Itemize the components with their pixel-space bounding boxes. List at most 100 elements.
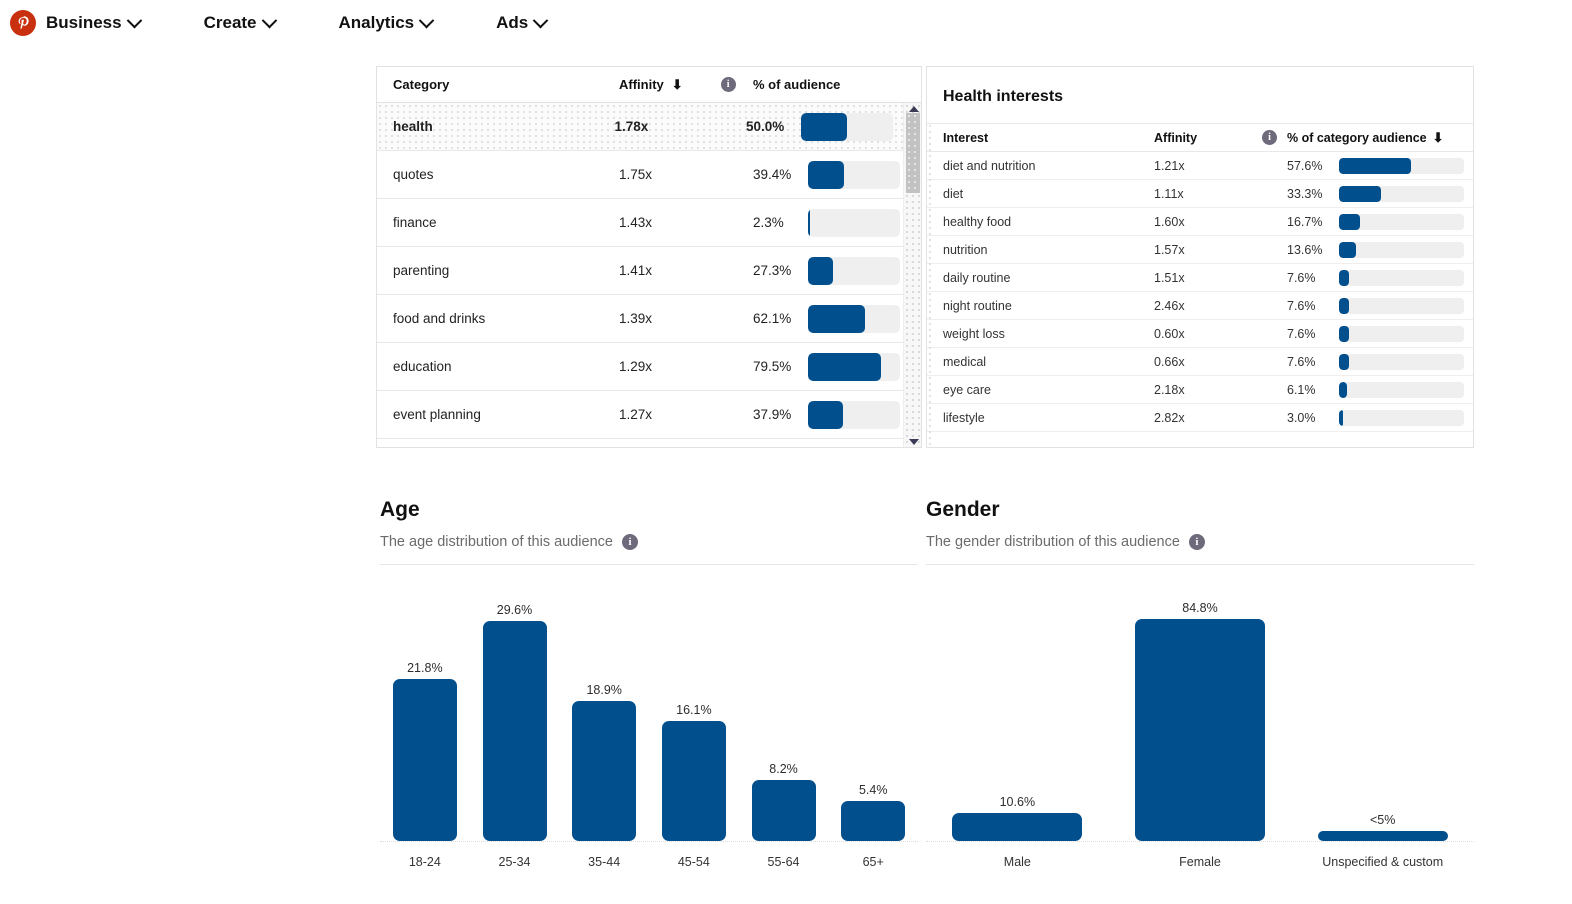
bar-column[interactable]: 8.2% 55-64 [739, 594, 829, 869]
pct-value-label: 7.6% [1287, 270, 1316, 285]
column-header-affinity-label: Affinity [619, 77, 664, 92]
category-table-body: health 1.78x 50.0% quotes 1.75x 39.4% finance 1… [377, 103, 921, 447]
bar-column[interactable]: <5% Unspecified & custom [1291, 594, 1474, 869]
pct-bar-fill [1339, 381, 1347, 398]
interest-name-cell: nutrition [943, 242, 988, 257]
bar[interactable] [482, 621, 547, 841]
bar-value-label: 16.1% [676, 703, 712, 718]
table-row[interactable]: finance 1.43x 2.3% [377, 199, 921, 247]
table-row[interactable]: diet and nutrition 1.21x 57.6% [927, 152, 1473, 180]
bar-column[interactable]: 10.6% Male [926, 594, 1109, 869]
interest-name-cell: night routine [943, 298, 1012, 313]
table-row[interactable]: night routine 2.46x 7.6% [927, 292, 1473, 320]
table-row[interactable]: health 1.78x 50.0% [377, 103, 921, 151]
bar[interactable] [841, 800, 906, 841]
column-header-pct-of-category-audience[interactable]: % of category audience ⬇ [1279, 131, 1473, 145]
gender-section: Gender The gender distribution of this a… [926, 498, 1474, 882]
scrollbar-thumb[interactable] [906, 113, 920, 193]
table-row[interactable]: diet 1.11x 33.3% [927, 180, 1473, 208]
table-row[interactable]: eye care 2.18x 6.1% [927, 376, 1473, 404]
age-bar-chart: 21.8% 18-24 29.6% 25-34 18.9% 35-44 16.1% 45-54… [380, 582, 918, 882]
pct-of-audience-cell: 50.0% [732, 112, 921, 141]
category-table-scrollbar[interactable] [903, 103, 921, 447]
table-row[interactable]: daily routine 1.51x 7.6% [927, 264, 1473, 292]
table-row[interactable]: healthy food 1.60x 16.7% [927, 208, 1473, 236]
bar[interactable] [1135, 619, 1265, 841]
pct-bar-fill [1339, 297, 1349, 314]
affinity-cell: 1.78x [614, 119, 649, 134]
sort-descending-arrow-icon[interactable]: ⬇ [1433, 131, 1444, 144]
affinity-cell: 1.11x [1154, 186, 1184, 201]
pct-bar-fill [808, 256, 834, 285]
bar-column[interactable]: 5.4% 65+ [828, 594, 918, 869]
category-name-cell: event planning [393, 407, 481, 422]
bar[interactable] [661, 721, 726, 841]
bar[interactable] [1317, 831, 1448, 841]
bar[interactable] [572, 700, 637, 841]
pct-bar-track [808, 304, 900, 333]
info-icon[interactable]: i [1262, 130, 1278, 145]
nav-item-business[interactable]: Business [46, 12, 142, 33]
bar-value-label: 21.8% [407, 660, 443, 675]
pct-value-label: 79.5% [753, 359, 792, 374]
pct-of-category-audience-cell: 3.0% [1279, 409, 1473, 426]
pct-bar-track [1339, 157, 1464, 174]
column-header-interest[interactable]: Interest [927, 131, 1154, 145]
pct-bar-fill [1339, 325, 1349, 342]
column-header-affinity[interactable]: Affinity i [1154, 130, 1279, 145]
nav-item-create[interactable]: Create [204, 12, 277, 33]
affinity-cell: 1.43x [619, 215, 653, 230]
nav-item-analytics[interactable]: Analytics [339, 12, 435, 33]
info-icon[interactable]: i [621, 534, 638, 550]
table-row[interactable]: event planning 1.27x 37.9% [377, 391, 921, 439]
table-row[interactable]: education 1.29x 79.5% [377, 343, 921, 391]
table-row[interactable]: lifestyle 2.82x 3.0% [927, 404, 1473, 432]
bar-column[interactable]: 21.8% 18-24 [380, 594, 470, 869]
table-row[interactable]: nutrition 1.57x 13.6% [927, 236, 1473, 264]
table-row[interactable]: parenting 1.41x 27.3% [377, 247, 921, 295]
category-table-card: Category Affinity ⬇ i % of audience heal… [376, 66, 922, 448]
column-header-category[interactable]: Category [377, 77, 605, 92]
affinity-cell: 1.41x [619, 263, 653, 278]
pct-value-label: 3.0% [1287, 410, 1316, 425]
bar-value-label: 8.2% [769, 762, 798, 777]
affinity-cell: 0.60x [1154, 326, 1185, 341]
pct-bar-fill [808, 160, 845, 189]
pct-bar-fill [808, 208, 811, 237]
table-row[interactable]: quotes 1.75x 39.4% [377, 151, 921, 199]
pct-bar-track [1339, 325, 1464, 342]
bar[interactable] [751, 780, 816, 841]
scroll-down-arrow-icon[interactable] [909, 439, 919, 445]
sort-descending-arrow-icon[interactable]: ⬇ [672, 78, 683, 91]
table-row[interactable]: medical 0.66x 7.6% [927, 348, 1473, 376]
bar-column[interactable]: 29.6% 25-34 [470, 594, 560, 869]
age-chart-plot-area: 21.8% 18-24 29.6% 25-34 18.9% 35-44 16.1% 45-54… [380, 594, 918, 869]
age-section: Age The age distribution of this audienc… [380, 498, 918, 882]
bar-value-label: 29.6% [496, 603, 533, 617]
pinterest-logo-icon[interactable] [10, 10, 36, 36]
bar-column[interactable]: 18.9% 35-44 [559, 594, 649, 869]
bar-column[interactable]: 16.1% 45-54 [649, 594, 739, 869]
scroll-up-arrow-icon[interactable] [909, 106, 919, 112]
pct-bar-fill [1339, 353, 1349, 370]
bar[interactable] [952, 813, 1083, 841]
bar-column[interactable]: 84.8% Female [1109, 594, 1292, 869]
bar[interactable] [392, 678, 457, 841]
chevron-down-icon [418, 12, 435, 28]
column-header-affinity[interactable]: Affinity ⬇ i [605, 77, 739, 92]
pct-bar-fill [1339, 409, 1343, 426]
gender-bar-chart: 10.6% Male 84.8% Female <5% Unspecified & cus… [926, 582, 1474, 882]
pct-bar-fill [1339, 241, 1356, 258]
info-icon[interactable]: i [1188, 534, 1205, 550]
bar-value-label: 10.6% [999, 795, 1036, 810]
table-row[interactable]: food and drinks 1.39x 62.1% [377, 295, 921, 343]
category-table-header: Category Affinity ⬇ i % of audience [377, 67, 921, 103]
pct-of-audience-cell: 79.5% [739, 352, 921, 381]
table-row[interactable]: weight loss 0.60x 7.6% [927, 320, 1473, 348]
bar-value-label: 5.4% [858, 782, 888, 797]
info-icon[interactable]: i [720, 77, 736, 92]
nav-item-ads[interactable]: Ads [496, 12, 549, 33]
column-header-pct-of-audience[interactable]: % of audience [739, 77, 921, 92]
interest-name-cell: daily routine [943, 270, 1011, 285]
pct-bar-track [801, 112, 893, 141]
